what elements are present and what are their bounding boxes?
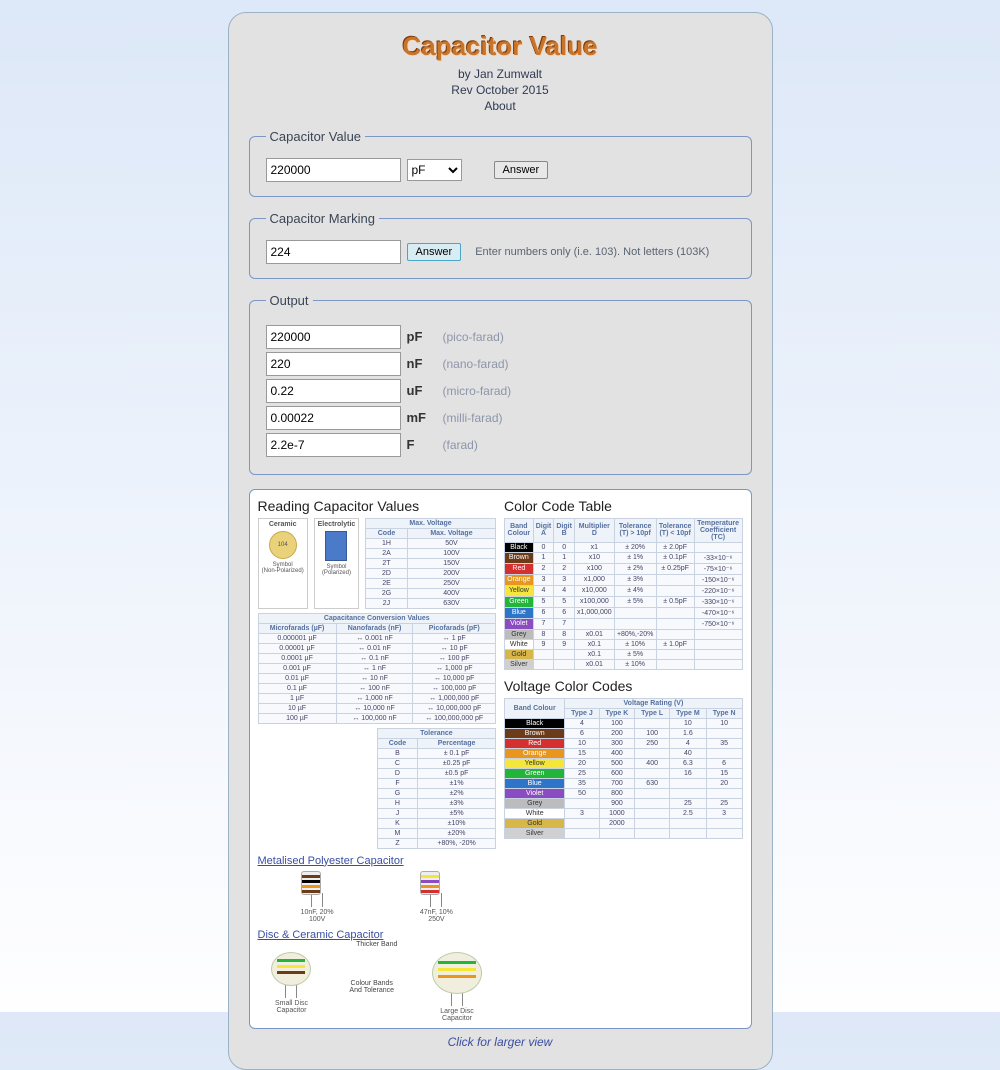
- output-value[interactable]: [266, 352, 401, 376]
- value-input[interactable]: [266, 158, 401, 182]
- output-value[interactable]: [266, 433, 401, 457]
- tolerance-table: ToleranceCodePercentageB± 0.1 pFC±0.25 p…: [377, 728, 496, 849]
- marking-answer-button[interactable]: Answer: [407, 243, 462, 261]
- output-desc: (milli-farad): [443, 411, 503, 425]
- rev-line: Rev October 2015: [451, 83, 548, 97]
- voltage-table: Band ColourVoltage Rating (V)Type JType …: [504, 698, 743, 839]
- output-value[interactable]: [266, 406, 401, 430]
- author-line: by Jan Zumwalt: [458, 67, 542, 81]
- disc-diagram: Small Disc Capacitor Colour Bands And To…: [258, 952, 497, 1022]
- output-row: uF (micro-farad): [266, 379, 735, 403]
- reading-diagram: Ceramic 104 Symbol (Non-Polarized) Elect…: [258, 518, 497, 609]
- output-fieldset: Output pF (pico-farad) nF (nano-farad) u…: [249, 293, 752, 475]
- reference-panel: Reading Capacitor Values Ceramic 104 Sym…: [249, 489, 752, 1029]
- marking-input[interactable]: [266, 240, 401, 264]
- colorcode-table: Band ColourDigit ADigit BMultiplier DTol…: [504, 518, 743, 670]
- marking-fieldset: Capacitor Marking Answer Enter numbers o…: [249, 211, 752, 279]
- value-unit-select[interactable]: pFnFuFmFF: [407, 159, 462, 181]
- marking-legend: Capacitor Marking: [266, 211, 380, 226]
- colorcode-heading: Color Code Table: [504, 498, 743, 514]
- value-answer-button[interactable]: Answer: [494, 161, 549, 179]
- disc-link[interactable]: Disc & Ceramic Capacitor: [258, 929, 497, 941]
- output-desc: (micro-farad): [443, 384, 512, 398]
- app-card: Capacitor Value by Jan Zumwalt Rev Octob…: [228, 12, 773, 1070]
- maxv-table: Max. VoltageCodeMax. Voltage1H50V2A100V2…: [365, 518, 496, 609]
- click-larger-link[interactable]: Click for larger view: [249, 1035, 752, 1049]
- reading-heading: Reading Capacitor Values: [258, 498, 497, 514]
- voltage-heading: Voltage Color Codes: [504, 678, 743, 694]
- output-row: mF (milli-farad): [266, 406, 735, 430]
- about-link[interactable]: About: [484, 99, 515, 113]
- page-title: Capacitor Value: [249, 31, 752, 62]
- value-fieldset: Capacitor Value pFnFuFmFF Answer: [249, 129, 752, 197]
- output-desc: (pico-farad): [443, 330, 504, 344]
- poly-diagram: 10nF, 20% 100V 47nF, 10% 250V: [258, 871, 497, 923]
- output-desc: (farad): [443, 438, 478, 452]
- output-desc: (nano-farad): [443, 357, 509, 371]
- output-row: F (farad): [266, 433, 735, 457]
- output-value[interactable]: [266, 379, 401, 403]
- output-unit: uF: [407, 383, 437, 398]
- output-unit: nF: [407, 356, 437, 371]
- marking-hint: Enter numbers only (i.e. 103). Not lette…: [475, 246, 709, 258]
- output-unit: mF: [407, 410, 437, 425]
- output-legend: Output: [266, 293, 313, 308]
- output-row: pF (pico-farad): [266, 325, 735, 349]
- poly-link[interactable]: Metalised Polyester Capacitor: [258, 855, 497, 867]
- page-subhead: by Jan Zumwalt Rev October 2015 About: [249, 66, 752, 115]
- output-unit: F: [407, 437, 437, 452]
- conversion-table: Capacitance Conversion ValuesMicrofarads…: [258, 613, 497, 724]
- output-row: nF (nano-farad): [266, 352, 735, 376]
- output-unit: pF: [407, 329, 437, 344]
- output-value[interactable]: [266, 325, 401, 349]
- value-legend: Capacitor Value: [266, 129, 366, 144]
